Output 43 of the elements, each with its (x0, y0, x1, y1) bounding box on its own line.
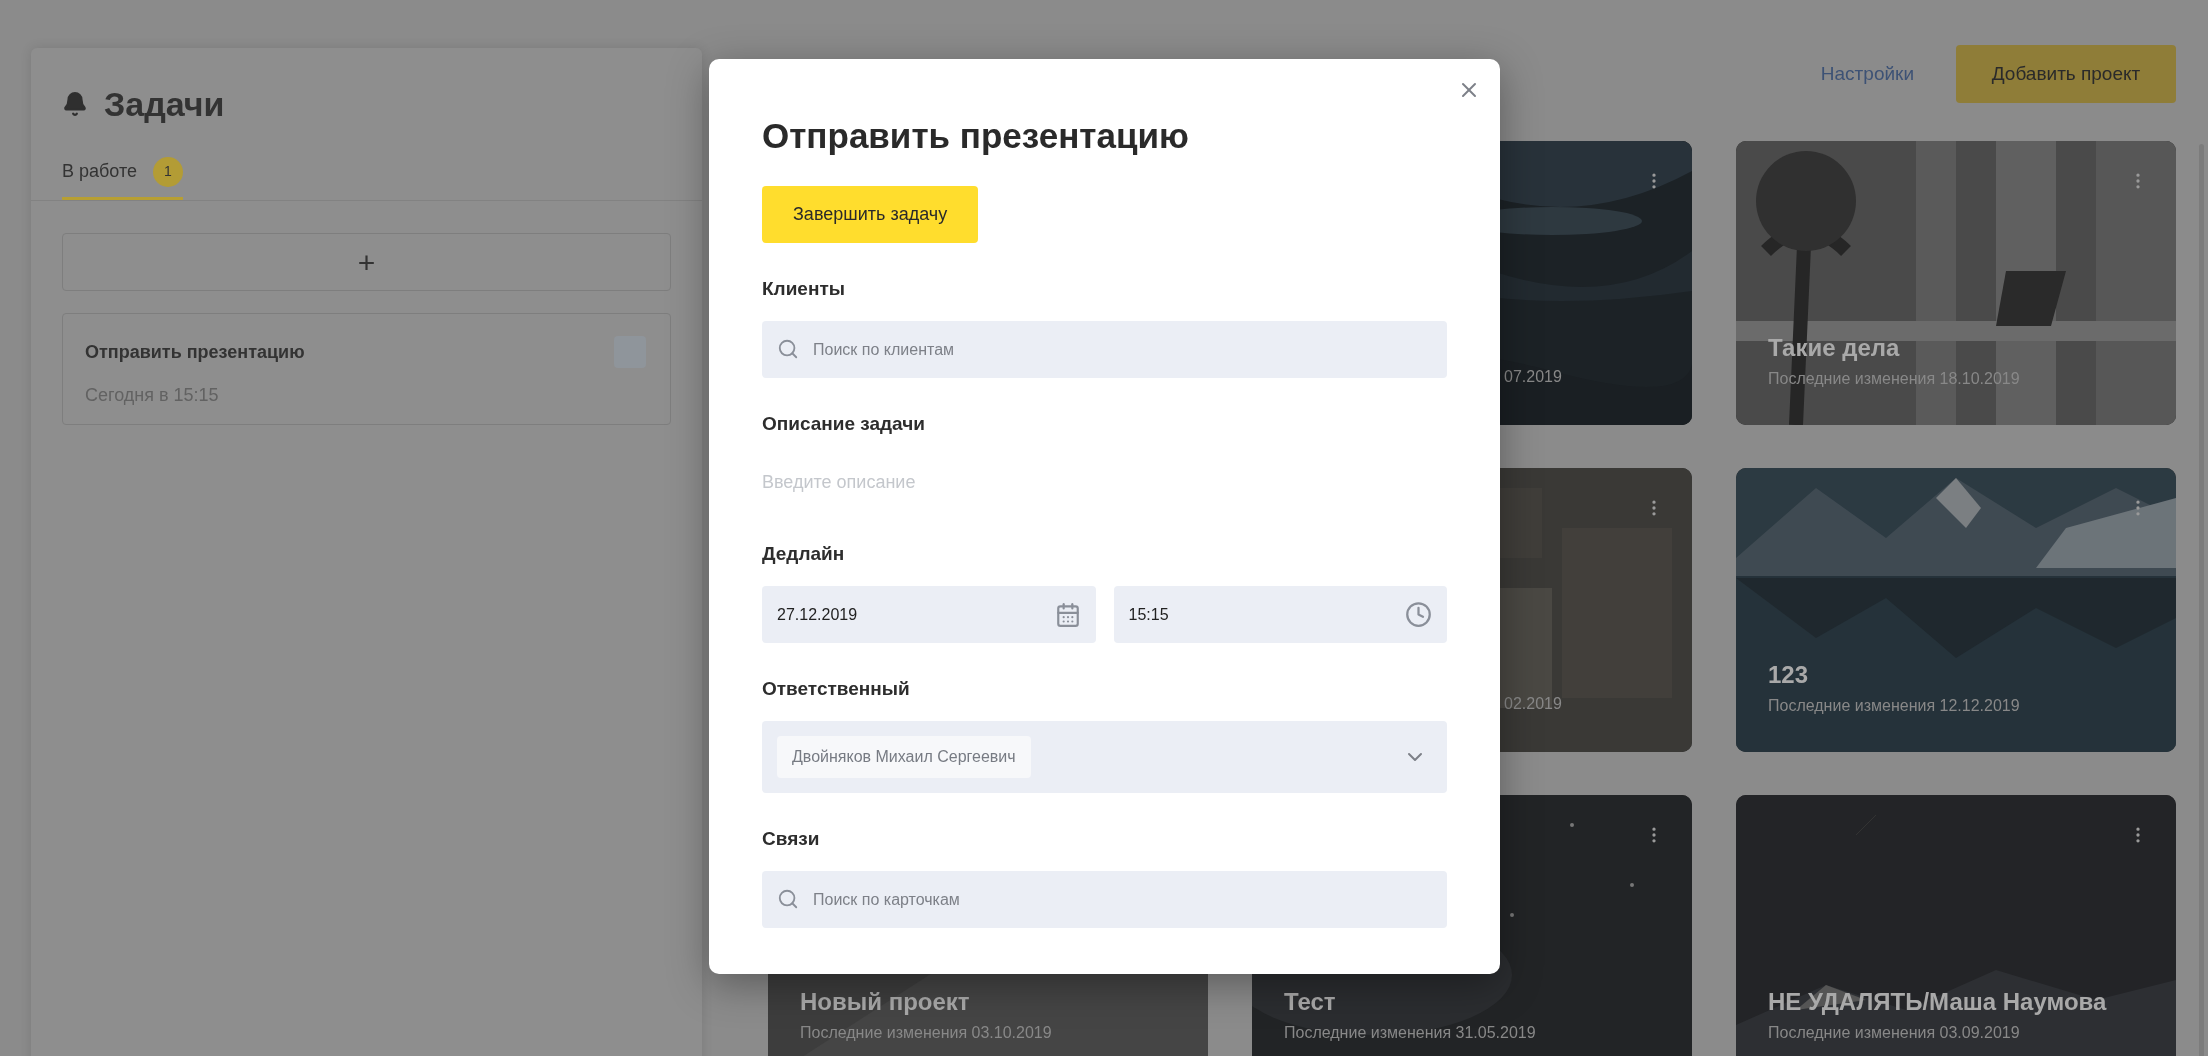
count-badge: 1 (153, 156, 183, 187)
project-title: Новый проект (800, 987, 971, 1017)
task-title: Отправить презентацию (85, 341, 305, 364)
complete-task-button[interactable]: Завершить задачу (762, 186, 979, 243)
field-label: Связи (762, 827, 821, 851)
settings-link[interactable]: Настройки (1820, 45, 1914, 103)
clock-icon[interactable] (1405, 601, 1432, 628)
field-label: Клиенты (762, 277, 846, 301)
project-date: 02.2019 (1504, 694, 1562, 714)
project-date: Последние изменения 03.09.2019 (1768, 1023, 2021, 1043)
description-field[interactable]: Введите описание (762, 456, 1447, 508)
project-date: 07.2019 (1504, 367, 1562, 387)
time-field[interactable]: 15:15 (1113, 586, 1447, 643)
assignee-chip[interactable]: Двойняков Михаил Сергеевич (777, 736, 1031, 778)
project-card[interactable]: Такие дела Последние изменения 18.10.2019 (1736, 141, 2176, 425)
project-date: Последние изменения 12.12.2019 (1768, 696, 2020, 716)
project-date: Последние изменения 31.05.2019 (1284, 1023, 1536, 1043)
panel-title: Задачи (104, 83, 225, 125)
project-title: Такие дела (1768, 333, 1901, 363)
field-label: Ответственный (762, 677, 911, 701)
add-task-button[interactable]: + (62, 233, 671, 291)
search-icon (777, 338, 799, 360)
bell-icon (62, 91, 88, 117)
search-icon (777, 888, 799, 910)
calendar-icon[interactable] (1054, 601, 1081, 628)
search-field[interactable]: Поиск по клиентам (762, 321, 1447, 378)
project-card[interactable]: 123 Последние изменения 12.12.2019 (1736, 468, 2176, 752)
date-value: 27.12.2019 (777, 604, 858, 625)
project-title: НЕ УДАЛЯТЬ/Маша Наумова (1768, 987, 2107, 1017)
field-label: Дедлайн (762, 542, 846, 566)
project-title: Тест (1284, 987, 1337, 1017)
search-field[interactable]: Поиск по карточкам (762, 871, 1447, 928)
project-date: Последние изменения 18.10.2019 (1768, 369, 2020, 389)
assignee-select[interactable]: Двойняков Михаил Сергеевич (762, 721, 1447, 793)
dialog-title: Отправить презентацию (762, 115, 1190, 157)
tab[interactable]: В работе 1 (62, 146, 183, 200)
date-field[interactable]: 27.12.2019 (762, 586, 1096, 643)
project-title: 123 (1768, 660, 1810, 690)
time-value: 15:15 (1128, 604, 1169, 625)
project-date: Последние изменения 03.10.2019 (800, 1023, 1052, 1043)
project-card[interactable]: НЕ УДАЛЯТЬ/Маша Наумова Последние изменения 03.09.2019 (1736, 795, 2176, 1056)
add-project-button[interactable]: Добавить проект (1956, 45, 2176, 103)
field-label: Описание задачи (762, 412, 926, 436)
